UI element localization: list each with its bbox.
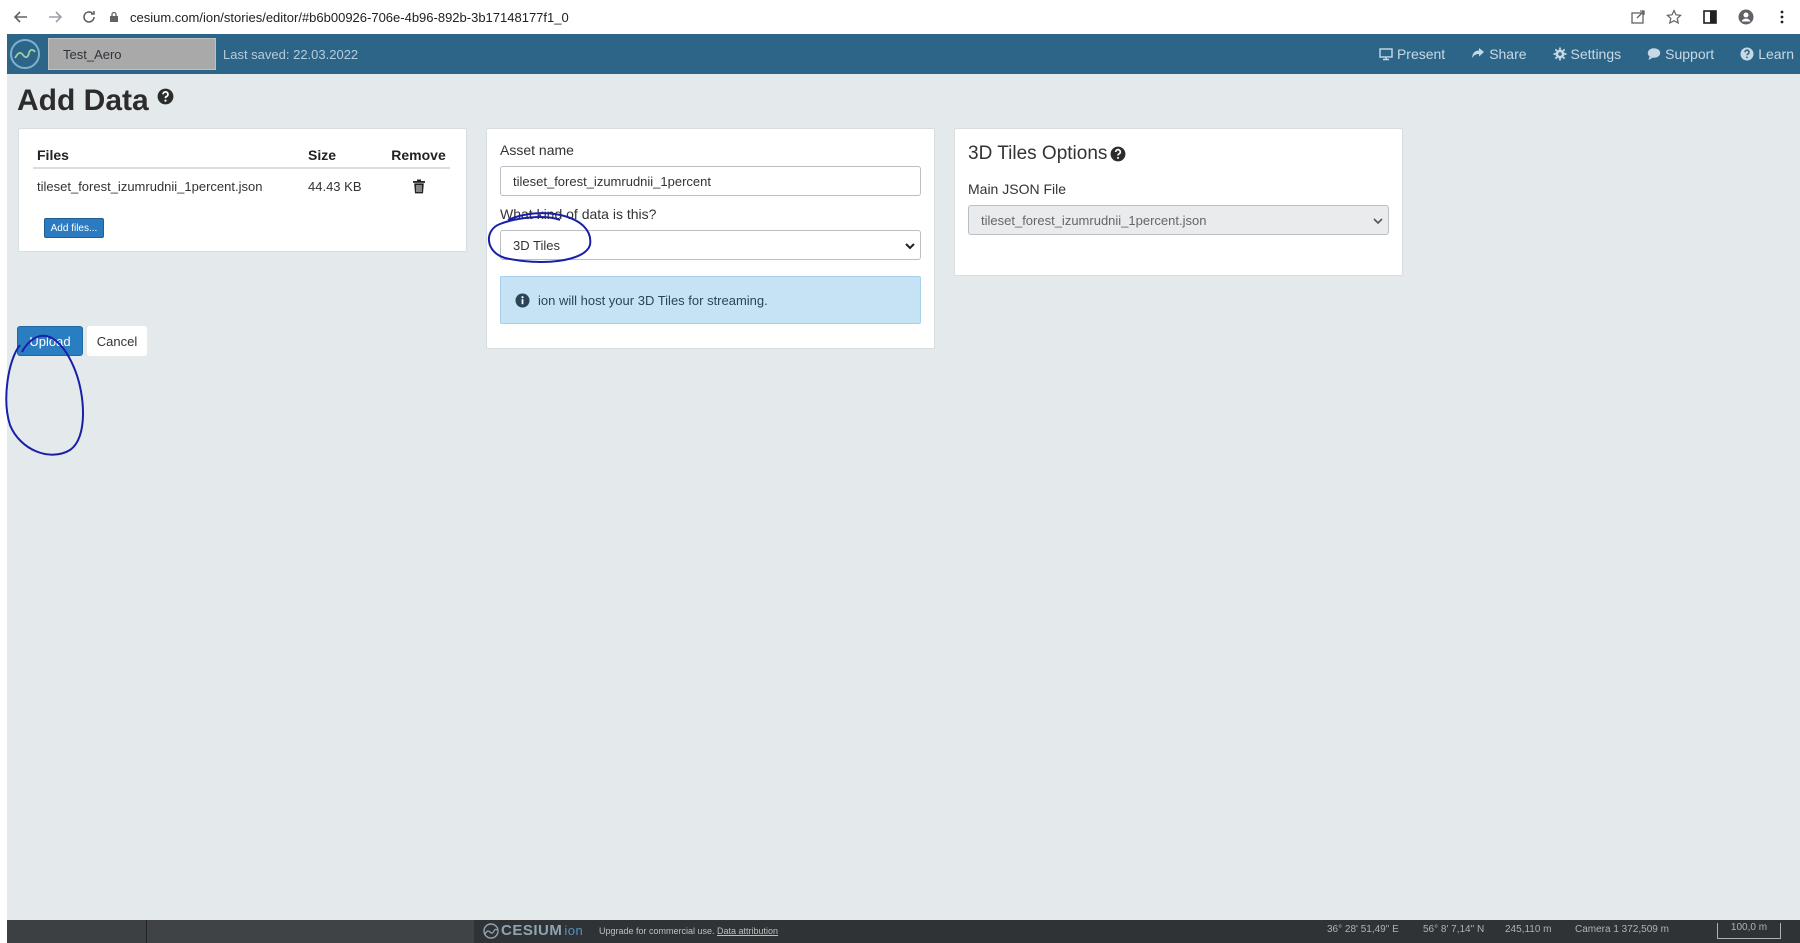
upgrade-text: Upgrade for commercial use. — [599, 926, 715, 936]
longitude-readout: 36° 28' 51,49" E — [1327, 924, 1399, 935]
cesium-logo-icon — [483, 922, 499, 939]
learn-label: Learn — [1758, 46, 1794, 62]
files-table: Files Size Remove tileset_forest_izumrud… — [33, 143, 450, 203]
support-label: Support — [1665, 46, 1715, 62]
help-icon[interactable] — [1110, 146, 1126, 162]
file-name: tileset_forest_izumrudnii_1percent.json — [37, 178, 263, 194]
asset-name-input[interactable]: tileset_forest_izumrudnii_1percent — [500, 166, 921, 196]
cesium-footer: CESIUM ion Upgrade for commercial use. D… — [7, 920, 1800, 943]
info-icon — [515, 293, 530, 307]
ion-brand: ion — [564, 923, 584, 938]
learn-button[interactable]: Learn — [1740, 46, 1794, 62]
settings-label: Settings — [1570, 46, 1622, 62]
latitude-readout: 56° 8' 7,14" N — [1423, 924, 1485, 935]
data-attribution-link[interactable]: Data attribution — [717, 926, 778, 936]
last-saved-text: Last saved: 22.03.2022 — [223, 46, 359, 62]
chevron-down-icon — [905, 243, 915, 250]
data-kind-label: What kind of data is this? — [500, 206, 657, 222]
forward-icon[interactable] — [42, 4, 68, 30]
cesium-logo-icon[interactable] — [10, 39, 40, 69]
tiles-options-panel: 3D Tiles Options Main JSON File tileset_… — [954, 128, 1403, 276]
share-page-icon[interactable] — [1628, 7, 1648, 27]
lock-icon — [110, 11, 118, 22]
data-kind-select[interactable]: 3D Tiles — [500, 230, 921, 260]
page-title-text: Add Data — [17, 84, 149, 117]
back-icon[interactable] — [8, 4, 34, 30]
profile-avatar-icon[interactable] — [1736, 7, 1756, 27]
chevron-down-icon — [1373, 218, 1383, 225]
col-remove: Remove — [391, 147, 446, 163]
col-files: Files — [37, 147, 69, 163]
bookmark-star-icon[interactable] — [1664, 7, 1684, 27]
main-json-value: tileset_forest_izumrudnii_1percent.json — [981, 212, 1207, 228]
chat-icon — [1647, 48, 1661, 60]
add-files-button[interactable]: Add files... — [44, 218, 104, 238]
monitor-icon — [1379, 48, 1393, 61]
gear-icon — [1553, 47, 1567, 61]
app-container: Test_Aero Last saved: 22.03.2022 Present… — [7, 34, 1800, 943]
upload-button[interactable]: Upload — [17, 326, 83, 356]
files-panel: Files Size Remove tileset_forest_izumrud… — [18, 128, 467, 252]
share-button[interactable]: Share — [1471, 46, 1527, 62]
settings-button[interactable]: Settings — [1553, 46, 1622, 62]
trash-icon — [412, 179, 425, 193]
side-panel-icon[interactable] — [1700, 7, 1720, 27]
info-text: ion will host your 3D Tiles for streamin… — [538, 292, 768, 308]
url-text: cesium.com/ion/stories/editor/#b6b00926-… — [130, 9, 569, 25]
cesium-ion-logo[interactable]: CESIUM ion — [483, 922, 583, 939]
main-json-select[interactable]: tileset_forest_izumrudnii_1percent.json — [968, 205, 1389, 235]
height-readout: 245,110 m — [1505, 924, 1552, 935]
page-title: Add Data — [17, 84, 174, 118]
present-label: Present — [1396, 46, 1446, 62]
timeline-segment — [7, 920, 147, 943]
share-label: Share — [1489, 46, 1527, 62]
support-button[interactable]: Support — [1647, 46, 1714, 62]
cancel-button[interactable]: Cancel — [87, 326, 147, 356]
present-button[interactable]: Present — [1379, 46, 1445, 62]
files-table-header: Files Size Remove — [33, 143, 450, 169]
file-size: 44.43 KB — [308, 178, 362, 194]
data-kind-value: 3D Tiles — [513, 237, 560, 253]
options-title-text: 3D Tiles Options — [968, 143, 1108, 164]
help-icon[interactable] — [157, 88, 174, 105]
asset-panel: Asset name tileset_forest_izumrudnii_1pe… — [486, 128, 935, 349]
browser-toolbar: cesium.com/ion/stories/editor/#b6b00926-… — [0, 0, 1800, 34]
story-title-input[interactable]: Test_Aero — [48, 38, 216, 70]
remove-file-button[interactable] — [387, 179, 450, 194]
col-size: Size — [308, 147, 337, 163]
camera-readout: Camera 1 372,509 m — [1575, 924, 1669, 935]
help-icon — [1740, 47, 1754, 61]
reload-icon[interactable] — [76, 4, 102, 30]
options-title: 3D Tiles Options — [968, 143, 1126, 165]
browser-menu-icon[interactable] — [1772, 7, 1792, 27]
cesium-brand: CESIUM — [501, 922, 563, 939]
info-alert: ion will host your 3D Tiles for streamin… — [500, 276, 921, 324]
address-bar[interactable]: cesium.com/ion/stories/editor/#b6b00926-… — [108, 5, 569, 29]
timeline-segment — [147, 920, 474, 943]
app-header: Test_Aero Last saved: 22.03.2022 Present… — [7, 34, 1800, 74]
share-icon — [1472, 48, 1485, 58]
table-row: tileset_forest_izumrudnii_1percent.json … — [33, 169, 450, 203]
scale-bar: 100,0 m — [1717, 923, 1781, 939]
main-json-label: Main JSON File — [968, 181, 1067, 197]
asset-name-label: Asset name — [500, 142, 574, 158]
